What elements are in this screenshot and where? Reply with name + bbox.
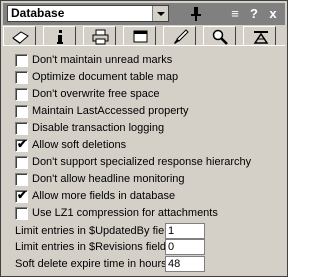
info-icon bbox=[57, 30, 63, 44]
option-label: Don't support specialized response hiera… bbox=[32, 156, 252, 168]
properties-type-value: Database bbox=[11, 6, 65, 20]
checkbox[interactable] bbox=[15, 105, 28, 118]
updatedby-limit-input[interactable] bbox=[165, 223, 205, 239]
option-label: Use LZ1 compression for attachments bbox=[32, 207, 218, 219]
soft-delete-expire-input[interactable] bbox=[165, 256, 205, 272]
tab-design[interactable] bbox=[123, 26, 156, 45]
tab-advanced[interactable] bbox=[243, 26, 276, 46]
checkbox[interactable] bbox=[15, 88, 28, 101]
tab-basics[interactable] bbox=[3, 26, 36, 45]
checkbox[interactable] bbox=[15, 71, 28, 84]
checkbox[interactable] bbox=[15, 207, 28, 220]
pin-icon[interactable] bbox=[189, 7, 203, 21]
properties-type-select[interactable]: Database bbox=[7, 5, 169, 22]
check-mark: ✔ bbox=[17, 188, 28, 202]
tab-full-text[interactable] bbox=[203, 26, 236, 45]
field-label: Limit entries in $Revisions fields bbox=[15, 241, 172, 253]
advanced-icon bbox=[253, 31, 269, 44]
property-tabs bbox=[3, 26, 285, 46]
option-label: Allow soft deletions bbox=[32, 139, 127, 151]
checkbox[interactable] bbox=[15, 122, 28, 135]
field-label: Soft delete expire time in hours bbox=[15, 258, 167, 270]
checkbox[interactable] bbox=[15, 54, 28, 67]
option-label: Optimize document table map bbox=[32, 71, 179, 83]
checkbox[interactable] bbox=[15, 156, 28, 169]
tab-launch[interactable] bbox=[163, 26, 196, 45]
option-label: Maintain LastAccessed property bbox=[32, 105, 189, 117]
field-label: Limit entries in $UpdatedBy fields bbox=[15, 225, 179, 237]
magnifier-icon bbox=[212, 29, 228, 45]
checkbox[interactable] bbox=[15, 173, 28, 186]
tab-info[interactable] bbox=[43, 26, 76, 45]
title-bar: Database ≡ ? x bbox=[3, 3, 285, 25]
checkbox[interactable]: ✔ bbox=[15, 137, 28, 152]
database-properties-window: Database ≡ ? x Don't maintain unread mar… bbox=[0, 0, 288, 277]
rocket-icon bbox=[174, 29, 189, 44]
help-button[interactable]: ? bbox=[246, 7, 262, 21]
option-label: Allow more fields in database bbox=[32, 190, 176, 202]
menu-icon[interactable]: ≡ bbox=[227, 7, 243, 21]
chevron-down-icon[interactable] bbox=[152, 6, 168, 21]
close-button[interactable]: x bbox=[265, 7, 281, 21]
tab-print[interactable] bbox=[83, 26, 116, 45]
option-label: Don't maintain unread marks bbox=[32, 54, 173, 66]
advanced-panel: Don't maintain unread marks Optimize doc… bbox=[3, 45, 285, 275]
checkbox[interactable]: ✔ bbox=[15, 188, 28, 203]
option-label: Don't overwrite free space bbox=[32, 88, 160, 100]
basics-icon bbox=[12, 31, 29, 44]
check-mark: ✔ bbox=[17, 137, 28, 151]
revisions-limit-input[interactable] bbox=[165, 239, 205, 255]
design-icon bbox=[133, 30, 148, 43]
option-label: Disable transaction logging bbox=[32, 122, 165, 134]
option-label: Don't allow headline monitoring bbox=[32, 173, 185, 185]
printer-icon bbox=[92, 29, 109, 45]
